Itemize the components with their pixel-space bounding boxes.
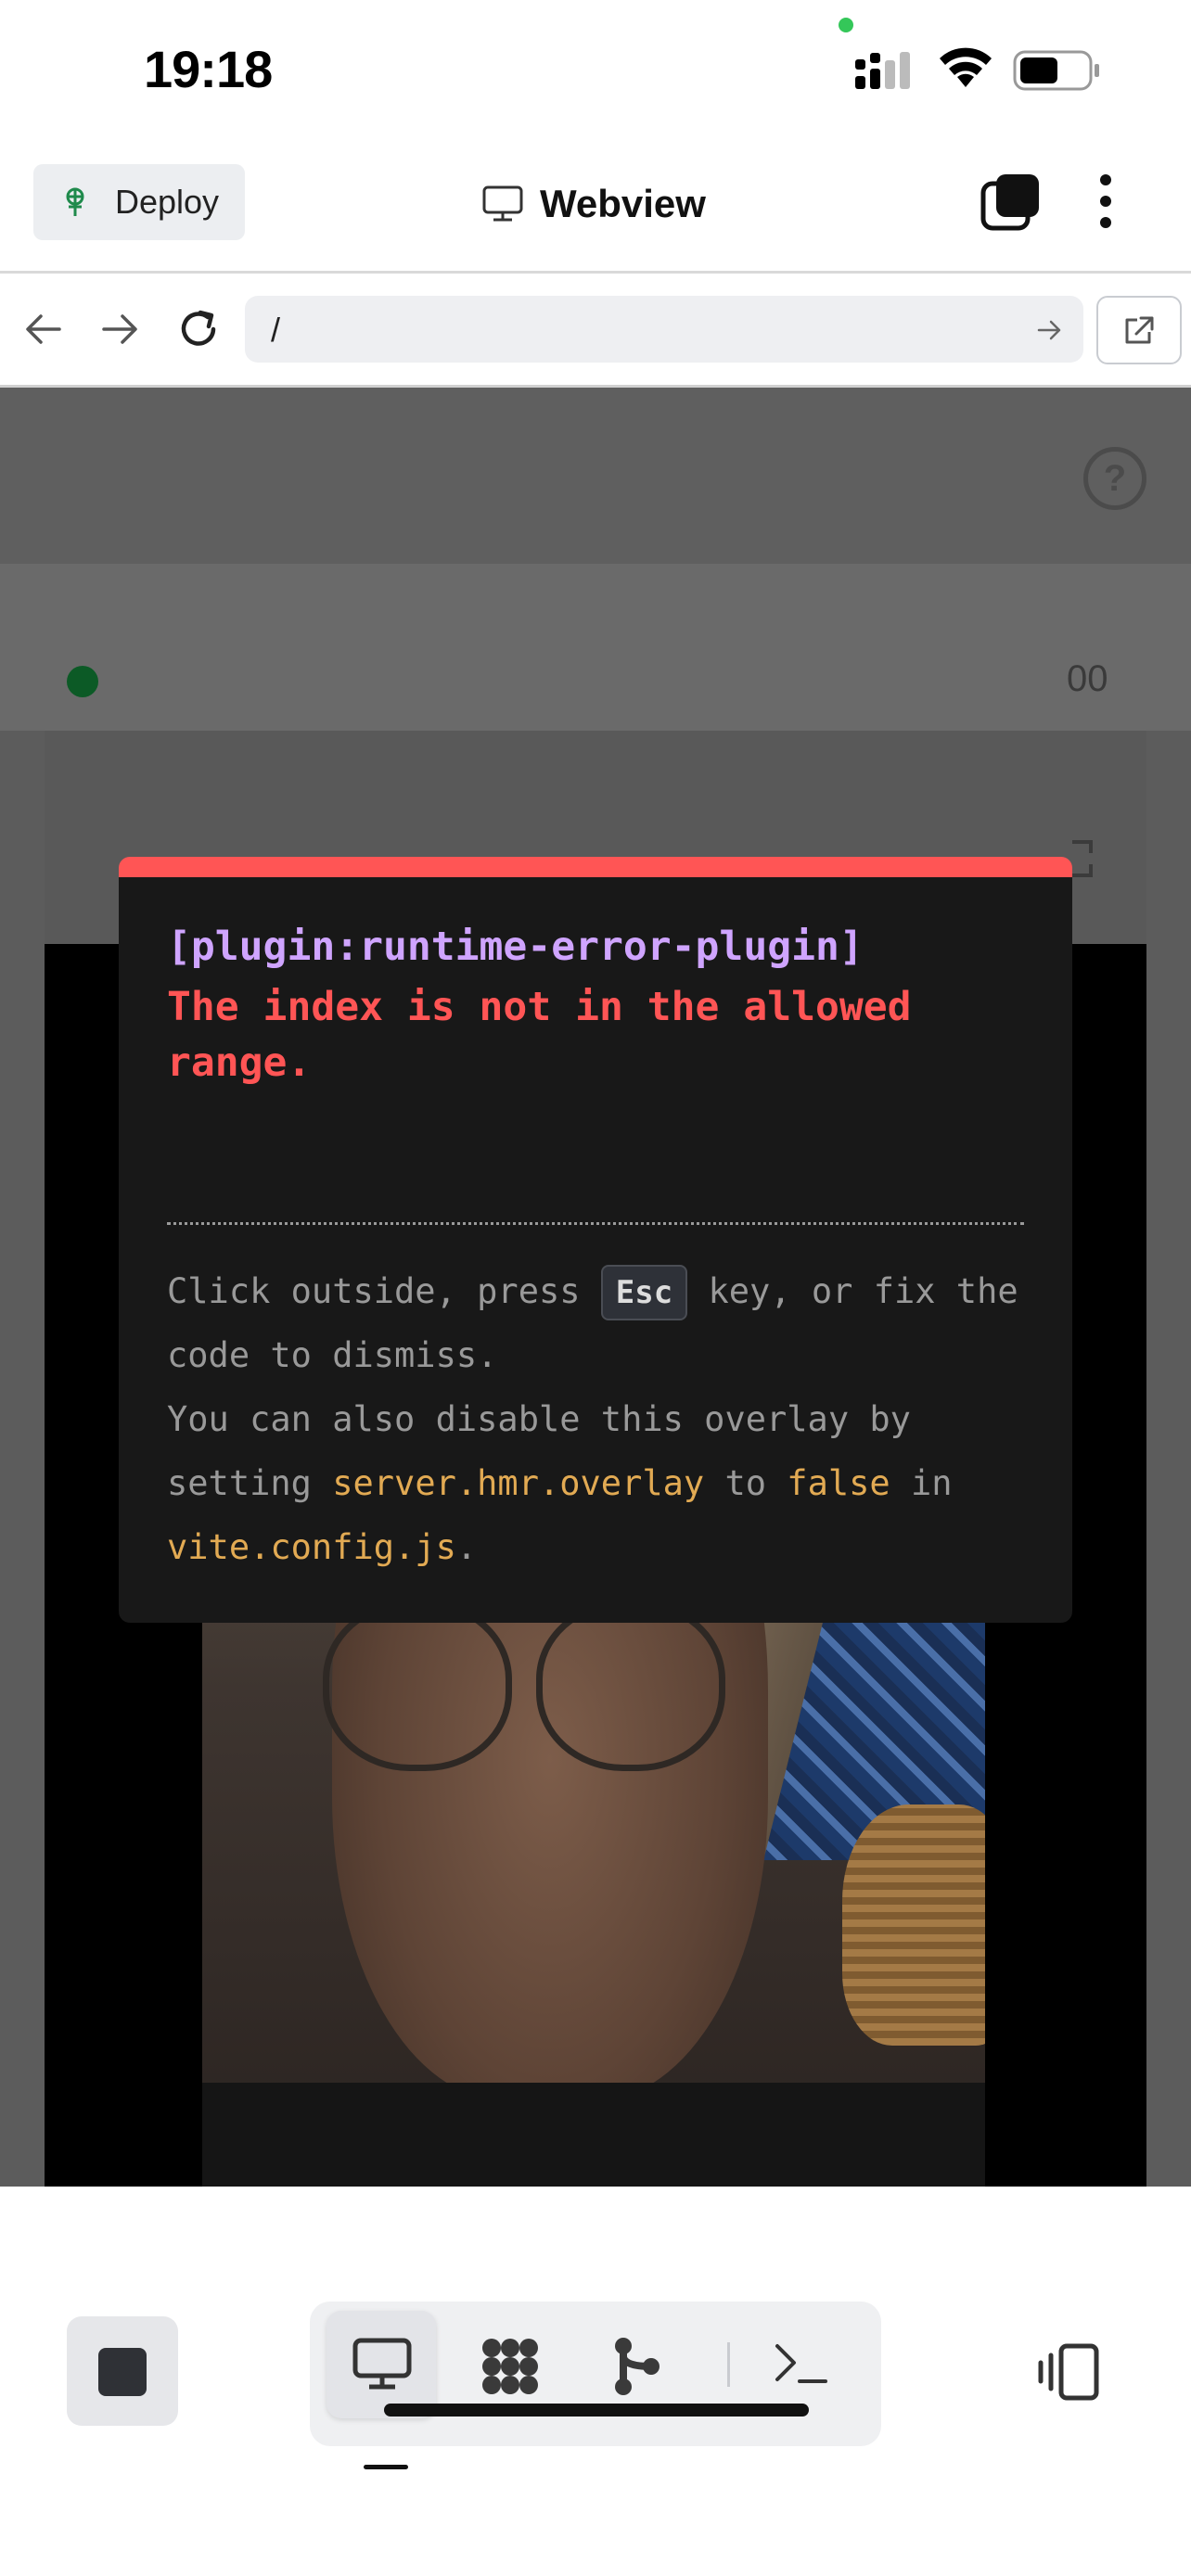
tip-code-overlay-setting: server.hmr.overlay — [332, 1463, 705, 1503]
back-arrow-icon[interactable] — [24, 311, 63, 348]
active-tool-indicator — [364, 2465, 408, 2469]
kebab-menu-icon[interactable] — [1095, 171, 1117, 232]
forward-arrow-icon[interactable] — [100, 311, 139, 348]
home-indicator — [384, 2404, 809, 2417]
app-header-background — [0, 388, 1191, 564]
tool-separator — [727, 2342, 730, 2387]
page-title-text: Webview — [540, 182, 706, 225]
git-tool-button[interactable] — [581, 2311, 690, 2418]
tool-switcher — [310, 2302, 881, 2446]
tip-in: in — [890, 1463, 953, 1503]
status-indicator — [67, 666, 98, 697]
git-branch-icon — [615, 2338, 660, 2395]
timer-text: 00 — [1067, 658, 1108, 699]
deploy-button[interactable]: Deploy — [33, 164, 245, 240]
webview-content[interactable]: ? 00 [plugin:runtime-error-plugin] The i… — [0, 388, 1191, 2187]
grid-icon — [482, 2339, 538, 2394]
error-plugin: [plugin:runtime-error-plugin] — [167, 924, 864, 970]
error-tip: Click outside, press Esc key, or fix the… — [167, 1259, 1039, 1579]
tabs-icon[interactable] — [980, 172, 1041, 232]
monitor-icon — [352, 2338, 412, 2390]
divider — [167, 1222, 1024, 1225]
go-arrow-icon[interactable] — [1035, 316, 1063, 344]
url-text: / — [271, 311, 281, 349]
workspace-tool-button[interactable] — [455, 2311, 564, 2418]
shell-tool-button[interactable] — [746, 2311, 855, 2418]
deploy-label: Deploy — [115, 183, 220, 221]
terminal-icon — [775, 2344, 827, 2383]
tip-end: . — [455, 1527, 478, 1567]
tip-prefix: Click outside, press — [167, 1271, 601, 1311]
webview-tool-button[interactable] — [327, 2311, 436, 2418]
url-bar: / — [0, 274, 1191, 388]
privacy-indicator — [839, 18, 853, 32]
app-status-card — [0, 564, 1191, 731]
app-header: Deploy Webview — [0, 139, 1191, 274]
tip-code-false: false — [787, 1463, 890, 1503]
status-bar: 19:18 — [0, 0, 1191, 139]
open-external-icon — [1125, 316, 1154, 344]
bottom-toolbar — [0, 2259, 1191, 2576]
reload-icon[interactable] — [176, 307, 221, 351]
deploy-icon — [66, 187, 84, 216]
error-overlay[interactable]: [plugin:runtime-error-plugin] The index … — [119, 857, 1072, 1623]
monitor-icon — [482, 185, 523, 222]
expand-icon[interactable] — [1069, 838, 1100, 879]
wifi-icon — [940, 47, 992, 87]
battery-icon — [1013, 50, 1099, 91]
url-input[interactable]: / — [245, 296, 1083, 363]
esc-key: Esc — [600, 1265, 688, 1320]
open-in-new-tab-button[interactable] — [1096, 296, 1182, 364]
help-icon[interactable]: ? — [1083, 447, 1146, 510]
tip-code-config-file: vite.config.js — [167, 1527, 456, 1567]
status-time: 19:18 — [144, 40, 273, 98]
page-title: Webview — [482, 176, 706, 232]
cellular-signal-icon — [855, 52, 910, 89]
stop-button[interactable] — [67, 2316, 178, 2426]
stop-icon — [98, 2348, 147, 2396]
panel-toggle-icon[interactable] — [1035, 2342, 1102, 2402]
tip-to: to — [704, 1463, 788, 1503]
error-message: The index is not in the allowed range. — [167, 984, 912, 1086]
